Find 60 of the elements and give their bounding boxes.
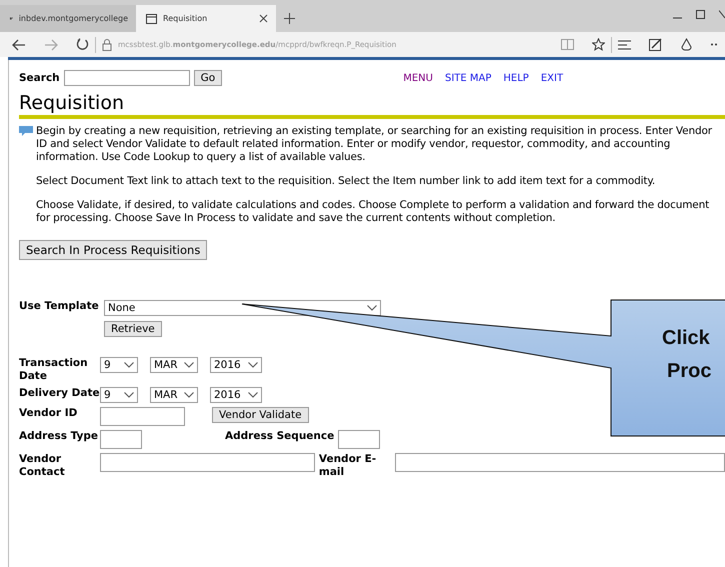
vendor-contact-label: Vendor Contact: [19, 453, 66, 479]
chevron-icon: [124, 362, 134, 368]
vendor-email-label: Vendor E-mail: [318, 453, 378, 479]
search-label: Search: [19, 72, 60, 84]
nav-link[interactable]: MENU: [403, 72, 433, 84]
instruction-text: Choose Validate, if desired, to validate calculations and codes. Choose Complete to perform a validation and forward the document for processing. Choose Save In Process to validate and save the current contents without completion.: [36, 199, 710, 225]
new-tab-icon[interactable]: [284, 13, 295, 24]
date-label: Transaction Date: [19, 357, 89, 383]
retrieve-button[interactable]: Retrieve: [104, 321, 162, 337]
go-button[interactable]: Go: [194, 70, 222, 86]
hub-icon[interactable]: [618, 40, 631, 50]
callout-text: Click: [662, 327, 710, 349]
nav-link[interactable]: HELP: [503, 72, 529, 84]
vendor-email-field[interactable]: [395, 453, 725, 472]
vendor-validate-button[interactable]: Vendor Validate: [212, 407, 309, 423]
address-type-label: Address Type: [19, 430, 100, 443]
instruction-text: Begin by creating a new requisition, retrieving an existing template, or searching for an existing requisition in process. Enter Vendor ID and select Vendor Validate to default related information. Enter or modify vendor, requestor, commodity, and accounting information. Use Code Lookup to query a list of available values.: [36, 125, 713, 164]
chevron-icon: [248, 362, 258, 368]
share-icon[interactable]: [680, 38, 693, 51]
address-sequence-field[interactable]: [338, 430, 380, 449]
year-select[interactable]: 2016: [210, 387, 262, 403]
nav-link[interactable]: EXIT: [540, 72, 564, 84]
vendor-id-label: Vendor ID: [19, 407, 78, 420]
star-icon[interactable]: [592, 38, 605, 51]
address-sequence-label: Address Sequence: [225, 430, 334, 442]
instruction-text: Select Document Text link to attach text to the requisition. Select the Item number link to add item text for a commodity.: [36, 175, 656, 188]
page-icon: [146, 14, 157, 24]
search-in-process-button[interactable]: Search In Process Requisitions: [19, 240, 208, 260]
month-select[interactable]: MAR: [150, 357, 198, 373]
vendor-contact-field[interactable]: [100, 453, 315, 472]
close-tab-icon[interactable]: [259, 14, 268, 23]
browser-tab[interactable]: inbdev.montgomerycollege: [0, 5, 136, 32]
day-select[interactable]: 9: [100, 357, 138, 373]
lock-icon: [102, 38, 112, 50]
close-icon[interactable]: [719, 10, 725, 19]
search-field[interactable]: [64, 70, 190, 86]
page-title: Requisition: [19, 92, 725, 119]
date-label: Delivery Date: [19, 387, 100, 400]
chevron-icon: [124, 392, 134, 398]
minimize-icon[interactable]: [673, 17, 682, 19]
callout-text: Proc: [667, 360, 712, 382]
day-select[interactable]: 9: [100, 387, 138, 403]
address-type-field[interactable]: [100, 430, 142, 449]
speech-bubble-icon: [19, 126, 33, 137]
chevron-icon: [367, 305, 377, 311]
note-icon[interactable]: [649, 38, 662, 51]
vendor-id-field[interactable]: [100, 407, 185, 426]
template-label: Use Template: [19, 300, 100, 314]
chevron-icon: [184, 362, 194, 368]
chevron-icon: [248, 392, 258, 398]
chevron-icon: [184, 392, 194, 398]
maximize-icon[interactable]: [696, 10, 705, 19]
month-select[interactable]: MAR: [150, 387, 198, 403]
browser-tab[interactable]: Requisition: [136, 5, 276, 32]
reading-view-icon[interactable]: [561, 39, 574, 50]
year-select[interactable]: 2016: [210, 357, 262, 373]
refresh-icon[interactable]: [76, 38, 89, 51]
nav-link[interactable]: SITE MAP: [444, 72, 492, 84]
more-icon[interactable]: [711, 43, 719, 46]
back-icon[interactable]: [12, 38, 26, 50]
